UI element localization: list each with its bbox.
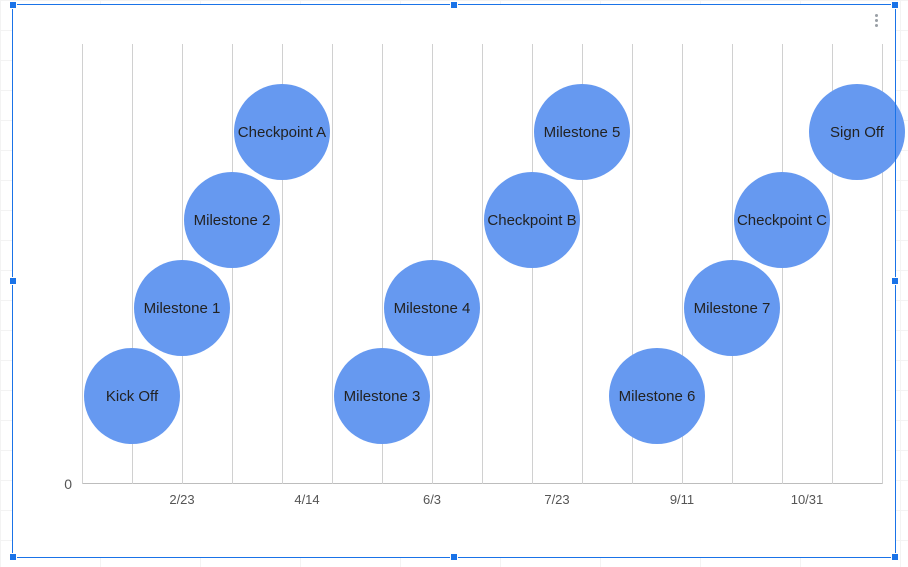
bubble-label: Milestone 5 xyxy=(544,124,621,141)
bubble-label: Milestone 3 xyxy=(344,388,421,405)
bubble-label: Checkpoint A xyxy=(238,124,326,141)
vertical-gridline xyxy=(82,44,83,484)
bubble-point[interactable]: Sign Off xyxy=(809,84,905,180)
vertical-gridline xyxy=(332,44,333,484)
bubble-point[interactable]: Milestone 4 xyxy=(384,260,480,356)
x-tick-label: 7/23 xyxy=(544,492,569,507)
bubble-label: Sign Off xyxy=(830,124,884,141)
resize-handle-e[interactable] xyxy=(891,277,899,285)
x-tick-label: 10/31 xyxy=(791,492,824,507)
resize-handle-nw[interactable] xyxy=(9,1,17,9)
resize-handle-w[interactable] xyxy=(9,277,17,285)
bubble-label: Milestone 7 xyxy=(694,300,771,317)
bubble-label: Checkpoint B xyxy=(487,212,576,229)
resize-handle-ne[interactable] xyxy=(891,1,899,9)
resize-handle-sw[interactable] xyxy=(9,553,17,561)
x-tick-label: 4/14 xyxy=(294,492,319,507)
y-tick-label: 0 xyxy=(64,476,72,492)
chart-object[interactable]: 2/23 4/14 6/3 7/23 9/11 10/31 0 Kick Off Milesto… xyxy=(12,4,896,558)
resize-handle-se[interactable] xyxy=(891,553,899,561)
bubble-point[interactable]: Milestone 1 xyxy=(134,260,230,356)
bubble-point[interactable]: Milestone 7 xyxy=(684,260,780,356)
bubble-point[interactable]: Checkpoint C xyxy=(734,172,830,268)
bubble-label: Checkpoint C xyxy=(737,212,827,229)
bubble-point[interactable]: Checkpoint A xyxy=(234,84,330,180)
plot-area: 2/234/146/37/239/1110/310Kick OffMilesto… xyxy=(82,44,882,484)
bubble-point[interactable]: Milestone 5 xyxy=(534,84,630,180)
bubble-point[interactable]: Milestone 6 xyxy=(609,348,705,444)
x-tick-label: 2/23 xyxy=(169,492,194,507)
bubble-point[interactable]: Checkpoint B xyxy=(484,172,580,268)
bubble-label: Kick Off xyxy=(106,388,158,405)
bubble-point[interactable]: Milestone 3 xyxy=(334,348,430,444)
bubble-label: Milestone 1 xyxy=(144,300,221,317)
resize-handle-n[interactable] xyxy=(450,1,458,9)
bubble-point[interactable]: Kick Off xyxy=(84,348,180,444)
bubble-point[interactable]: Milestone 2 xyxy=(184,172,280,268)
bubble-label: Milestone 2 xyxy=(194,212,271,229)
bubble-label: Milestone 6 xyxy=(619,388,696,405)
resize-handle-s[interactable] xyxy=(450,553,458,561)
x-tick-label: 9/11 xyxy=(670,492,694,507)
chart-menu-button[interactable] xyxy=(866,10,886,30)
bubble-label: Milestone 4 xyxy=(394,300,471,317)
x-tick-label: 6/3 xyxy=(423,492,441,507)
vertical-gridline xyxy=(482,44,483,484)
